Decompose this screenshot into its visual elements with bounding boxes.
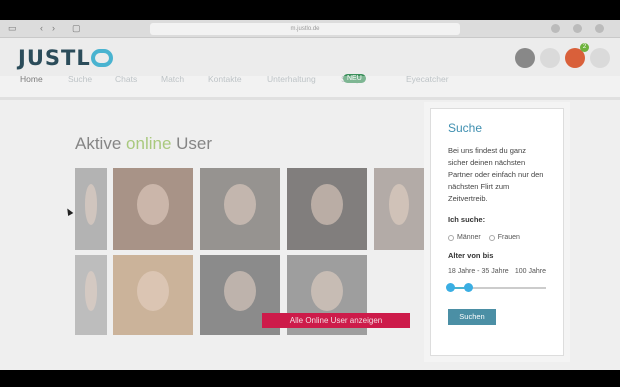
menu-item-eyecatcher[interactable]: Eyecatcher xyxy=(406,74,449,84)
browser-toolbar: ▭ ‹ › ▢ m.justlo.de xyxy=(0,20,620,38)
messages-icon[interactable] xyxy=(540,48,560,68)
age-range-text: 18 Jahre - 35 Jahre xyxy=(448,268,509,275)
screen-frame: ▭ ‹ › ▢ m.justlo.de JUSTL Home Suche Cha… xyxy=(0,0,620,387)
new-badge: NEU xyxy=(343,74,366,83)
ich-suche-label: Ich suche: xyxy=(448,215,486,224)
back-icon[interactable]: ‹ xyxy=(40,23,43,33)
forward-icon[interactable]: › xyxy=(52,23,55,33)
title-online: online xyxy=(126,134,172,153)
user-photo[interactable] xyxy=(113,255,193,335)
slider-min-handle[interactable] xyxy=(446,283,455,292)
tabs-icon[interactable]: ▢ xyxy=(72,23,81,34)
age-range-readout: 18 Jahre - 35 Jahre 100 Jahre xyxy=(448,268,546,275)
title-part3: User xyxy=(171,134,213,153)
logo[interactable]: JUSTL xyxy=(18,46,113,70)
user-photo[interactable] xyxy=(287,168,367,250)
search-panel-title: Suche xyxy=(448,121,483,135)
site-header: JUSTL Home Suche Chats Match Kontakte Un… xyxy=(0,38,620,100)
title-part1: Aktive xyxy=(75,134,127,153)
radio-label: Männer xyxy=(457,234,481,241)
address-bar[interactable]: m.justlo.de xyxy=(150,23,460,35)
gender-radio-group: Männer Frauen xyxy=(448,234,546,241)
user-photo[interactable] xyxy=(113,168,193,250)
menu-item-home[interactable]: Home xyxy=(20,74,43,84)
logo-o-icon xyxy=(90,49,113,67)
search-panel-description: Bei uns findest du ganz sicher deinen nä… xyxy=(448,146,544,203)
share-icon[interactable] xyxy=(573,24,582,33)
menu-item-unterhaltung[interactable]: Unterhaltung xyxy=(267,74,316,84)
radio-maenner[interactable]: Männer xyxy=(448,234,481,241)
menu-item-match[interactable]: Match xyxy=(161,74,184,84)
user-photo[interactable] xyxy=(374,168,424,250)
logo-text: JUSTL xyxy=(18,46,91,70)
search-panel: Suche Bei uns findest du ganz sicher dei… xyxy=(430,108,564,356)
avatar[interactable] xyxy=(515,48,535,68)
slider-max-handle[interactable] xyxy=(464,283,473,292)
extension-icon[interactable] xyxy=(551,24,560,33)
radio-frauen[interactable]: Frauen xyxy=(488,234,520,241)
user-photo[interactable] xyxy=(75,255,107,335)
menu-item-chats[interactable]: Chats xyxy=(115,74,137,84)
show-all-online-users-button[interactable]: Alle Online User anzeigen xyxy=(262,313,410,328)
new-tab-icon[interactable] xyxy=(595,24,604,33)
radio-circle-icon[interactable] xyxy=(448,234,454,241)
sidebar-icon[interactable]: ▭ xyxy=(8,23,17,34)
user-photo[interactable] xyxy=(75,168,107,250)
menu-item-kontakte[interactable]: Kontakte xyxy=(208,74,242,84)
radio-circle-icon[interactable] xyxy=(488,234,495,241)
notification-badge: 2 xyxy=(580,43,589,52)
user-photo[interactable] xyxy=(200,168,280,250)
age-label: Alter von bis xyxy=(448,251,494,260)
settings-icon[interactable] xyxy=(590,48,610,68)
menu-item-suche[interactable]: Suche xyxy=(68,74,92,84)
age-max-text: 100 Jahre xyxy=(514,268,546,275)
age-range-slider[interactable] xyxy=(446,283,546,293)
search-button[interactable]: Suchen xyxy=(448,309,496,325)
section-title: Aktive online User xyxy=(75,134,212,154)
radio-label: Frauen xyxy=(497,234,520,241)
